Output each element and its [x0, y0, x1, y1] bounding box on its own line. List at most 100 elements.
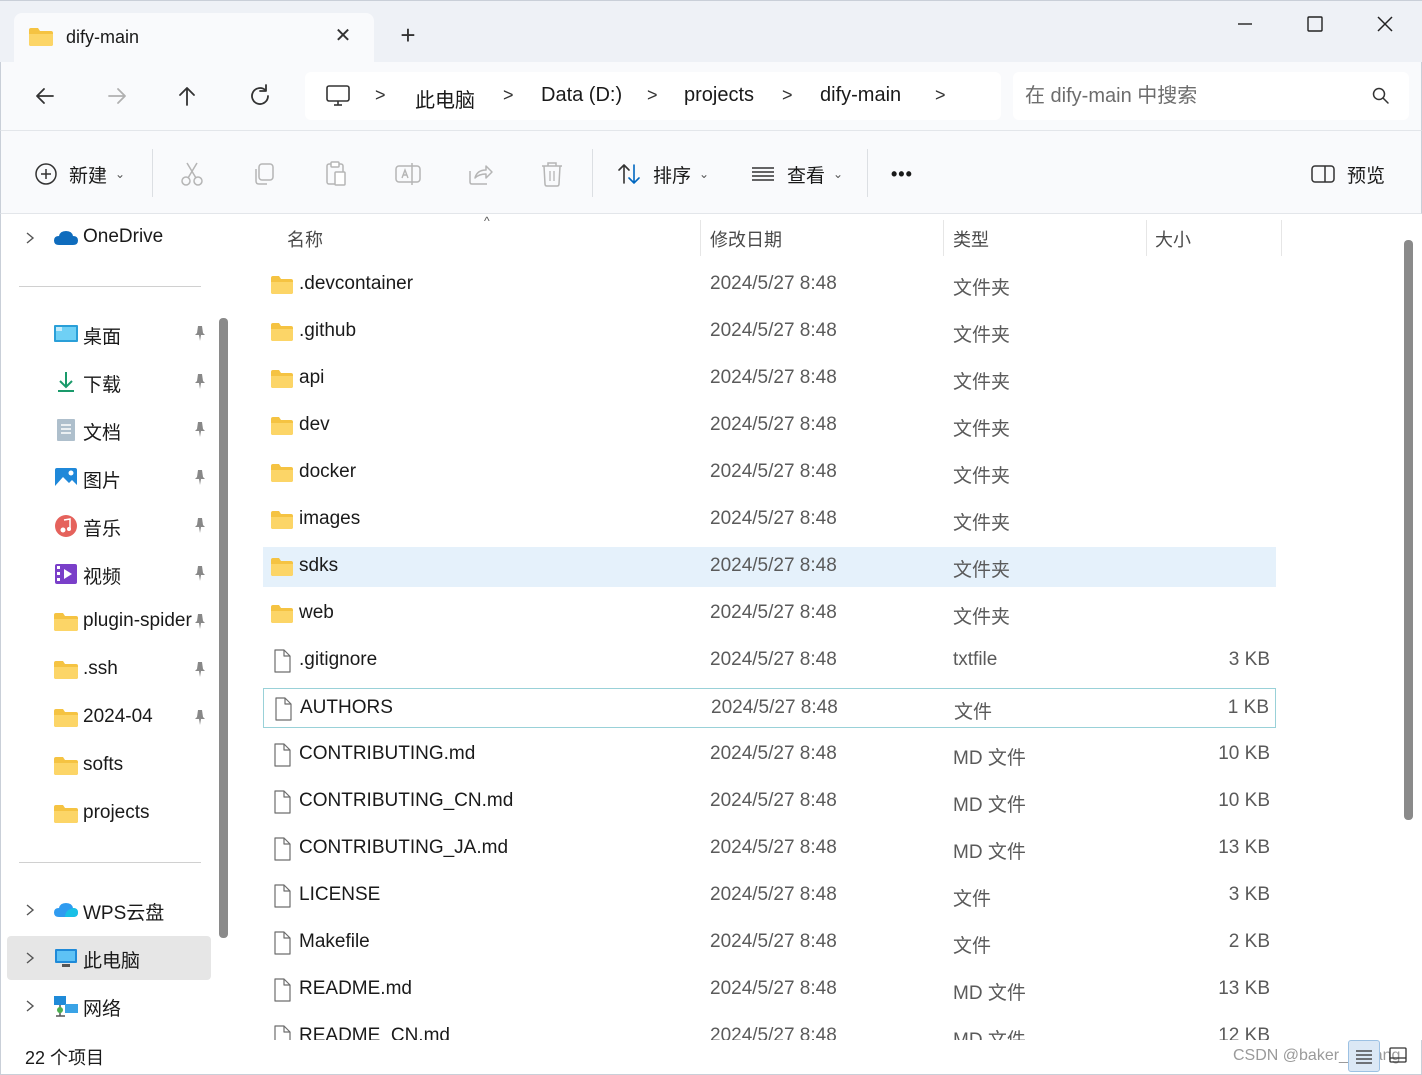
file-row[interactable]: CONTRIBUTING.md 2024/5/27 8:48 MD 文件 10 KB — [263, 735, 1276, 775]
breadcrumb-projects[interactable]: projects — [684, 84, 754, 107]
sort-button[interactable]: 排序 ⌄ — [615, 157, 709, 191]
column-divider[interactable] — [943, 220, 944, 256]
up-arrow-icon[interactable] — [171, 80, 203, 112]
back-arrow-icon[interactable] — [29, 80, 61, 112]
pin-icon[interactable] — [191, 660, 209, 678]
file-type: 文件夹 — [953, 419, 1011, 440]
close-tab-icon[interactable]: ✕ — [332, 25, 354, 47]
delete-icon[interactable] — [537, 159, 567, 189]
pin-icon[interactable] — [191, 324, 209, 342]
file-row[interactable]: Makefile 2024/5/27 8:48 文件 2 KB — [263, 923, 1276, 963]
paste-icon[interactable] — [321, 159, 351, 189]
breadcrumb-chevron-icon[interactable]: > — [503, 85, 514, 106]
file-row[interactable]: sdks 2024/5/27 8:48 文件夹 — [263, 547, 1276, 587]
view-button[interactable]: 查看 ⌄ — [749, 157, 843, 191]
sidebar-item-softs[interactable]: softs — [7, 744, 211, 788]
breadcrumb-chevron-icon[interactable]: > — [935, 85, 946, 106]
sidebar-item-projects[interactable]: projects — [7, 792, 211, 836]
sidebar-item-2024-04[interactable]: 2024-04 — [7, 696, 211, 740]
file-row[interactable]: dev 2024/5/27 8:48 文件夹 — [263, 406, 1276, 446]
address-bar[interactable]: > 此电脑 > Data (D:) > projects > dify-main… — [305, 72, 1001, 120]
minimize-button[interactable] — [1222, 11, 1268, 41]
chevron-right-icon[interactable] — [23, 901, 37, 919]
chevron-right-icon[interactable] — [23, 997, 37, 1015]
pin-icon[interactable] — [191, 564, 209, 582]
sidebar-item-plugin-spider[interactable]: plugin-spider — [7, 600, 211, 644]
file-row[interactable]: docker 2024/5/27 8:48 文件夹 — [263, 453, 1276, 493]
sidebar-scrollbar[interactable] — [219, 318, 228, 938]
file-row[interactable]: CONTRIBUTING_CN.md 2024/5/27 8:48 MD 文件 10 … — [263, 782, 1276, 822]
search-input[interactable] — [1025, 80, 1365, 112]
view-list-icon — [752, 167, 774, 181]
file-row[interactable]: CONTRIBUTING_JA.md 2024/5/27 8:48 MD 文件 13 … — [263, 829, 1276, 869]
refresh-icon[interactable] — [244, 80, 276, 112]
tiles-view-button[interactable] — [1383, 1040, 1415, 1072]
sidebar-item-下载[interactable]: 下载 — [7, 360, 211, 404]
pin-icon[interactable] — [191, 420, 209, 438]
preview-pane-button[interactable]: 预览 — [1309, 157, 1385, 191]
search-icon[interactable] — [1371, 86, 1391, 111]
file-size: 13 KB — [1218, 978, 1270, 999]
breadcrumb-data-drive[interactable]: Data (D:) — [541, 84, 622, 107]
column-header-size[interactable]: 大小 — [1155, 226, 1191, 252]
sidebar-item-this-pc[interactable]: 此电脑 — [7, 936, 211, 980]
breadcrumb-chevron-icon[interactable]: > — [647, 85, 658, 106]
sidebar-item-桌面[interactable]: 桌面 — [7, 312, 211, 356]
file-row[interactable]: images 2024/5/27 8:48 文件夹 — [263, 500, 1276, 540]
new-tab-icon[interactable]: + — [396, 22, 420, 48]
file-type: 文件夹 — [953, 325, 1011, 346]
file-row[interactable]: api 2024/5/27 8:48 文件夹 — [263, 359, 1276, 399]
column-divider[interactable] — [700, 220, 701, 256]
forward-arrow-icon[interactable] — [101, 80, 133, 112]
file-row[interactable]: .devcontainer 2024/5/27 8:48 文件夹 — [263, 265, 1276, 305]
sidebar-item-音乐[interactable]: 音乐 — [7, 504, 211, 548]
chevron-right-icon[interactable] — [23, 949, 37, 967]
sidebar-item-onedrive[interactable]: OneDrive — [7, 216, 211, 260]
breadcrumb-chevron-icon[interactable]: > — [375, 85, 386, 106]
file-row[interactable]: AUTHORS 2024/5/27 8:48 文件 1 KB — [263, 688, 1276, 728]
column-header-date[interactable]: 修改日期 — [710, 226, 782, 252]
details-view-button[interactable] — [1348, 1040, 1380, 1072]
file-row[interactable]: LICENSE 2024/5/27 8:48 文件 3 KB — [263, 876, 1276, 916]
file-modified-date: 2024/5/27 8:48 — [710, 931, 837, 952]
pin-icon[interactable] — [191, 708, 209, 726]
tab-title: dify-main — [66, 27, 140, 47]
column-divider[interactable] — [1146, 220, 1147, 256]
copy-icon[interactable] — [249, 159, 279, 189]
cut-icon[interactable] — [177, 159, 207, 189]
pin-icon[interactable] — [191, 372, 209, 390]
tab-dify-main[interactable]: dify-main ✕ — [14, 13, 374, 63]
file-row[interactable]: README_CN.md 2024/5/27 8:48 MD 文件 12 KB — [263, 1017, 1276, 1040]
share-icon[interactable] — [465, 159, 495, 189]
pin-icon[interactable] — [191, 612, 209, 630]
sidebar-item-图片[interactable]: 图片 — [7, 456, 211, 500]
chevron-right-icon[interactable] — [23, 229, 37, 247]
sidebar-item-文档[interactable]: 文档 — [7, 408, 211, 452]
column-header-name[interactable]: 名称 — [287, 226, 323, 252]
column-divider[interactable] — [1281, 220, 1282, 256]
breadcrumb-this-pc[interactable]: 此电脑 — [415, 84, 475, 113]
new-button[interactable]: 新建 ⌄ — [33, 157, 125, 191]
breadcrumb-chevron-icon[interactable]: > — [782, 85, 793, 106]
file-row[interactable]: .gitignore 2024/5/27 8:48 txtfile 3 KB — [263, 641, 1276, 681]
more-options-button[interactable]: ••• — [891, 157, 913, 191]
file-row[interactable]: web 2024/5/27 8:48 文件夹 — [263, 594, 1276, 634]
breadcrumb-dify-main[interactable]: dify-main — [820, 84, 901, 107]
rename-icon[interactable] — [393, 159, 423, 189]
folder-icon — [270, 602, 294, 626]
pin-icon[interactable] — [191, 468, 209, 486]
close-window-button[interactable] — [1362, 11, 1408, 41]
maximize-button[interactable] — [1292, 11, 1338, 41]
sidebar-item-wps[interactable]: WPS云盘 — [7, 888, 211, 932]
file-list-scrollbar[interactable] — [1404, 240, 1413, 820]
column-header-type[interactable]: 类型 — [953, 226, 989, 252]
computer-icon[interactable] — [325, 84, 351, 113]
sidebar-item-ssh[interactable]: .ssh — [7, 648, 211, 692]
sidebar-item-network[interactable]: 网络 — [7, 984, 211, 1028]
file-row[interactable]: README.md 2024/5/27 8:48 MD 文件 13 KB — [263, 970, 1276, 1010]
file-row[interactable]: .github 2024/5/27 8:48 文件夹 — [263, 312, 1276, 352]
sidebar-item-视频[interactable]: 视频 — [7, 552, 211, 596]
pin-icon[interactable] — [191, 516, 209, 534]
sort-icon — [618, 164, 640, 184]
search-box[interactable] — [1013, 72, 1409, 120]
